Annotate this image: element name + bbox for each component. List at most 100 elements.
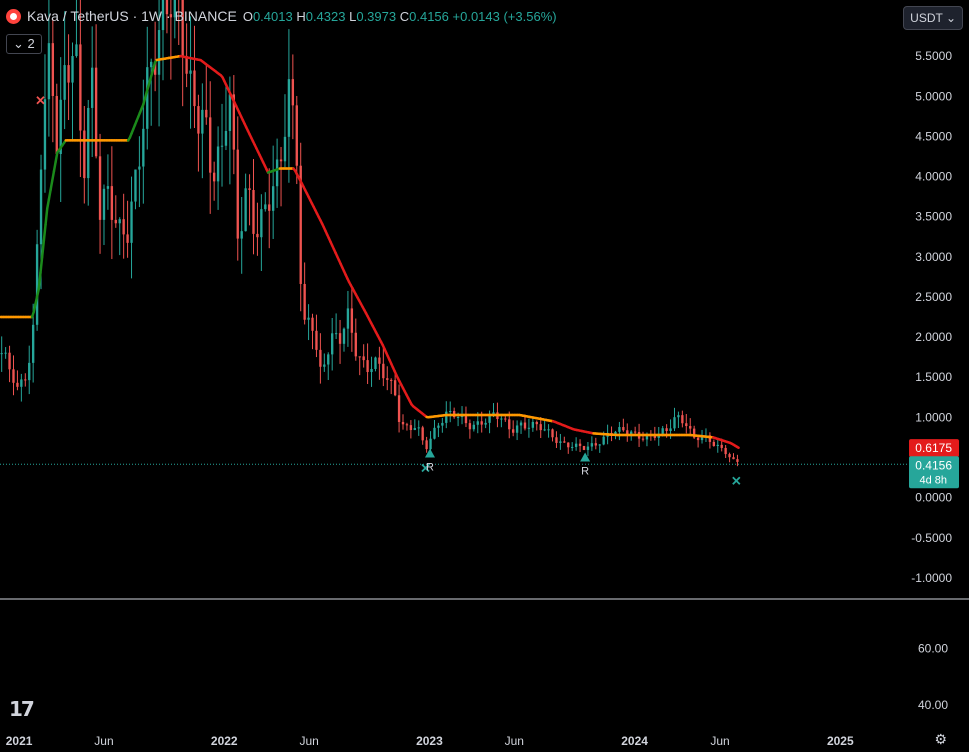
ma-segment	[37, 271, 42, 291]
candle-body	[378, 357, 381, 364]
y-tick-label: 2.0000	[915, 330, 952, 344]
candle-body	[252, 189, 255, 234]
y-tick-label: 4.5000	[915, 129, 952, 143]
ma-segment	[47, 188, 52, 201]
ma-segment	[49, 179, 54, 192]
ma-segment	[735, 445, 740, 449]
candle-body	[311, 317, 314, 331]
time-axis[interactable]: 2021 Jun 2022 Jun 2023 Jun 2024 Jun 2025	[6, 734, 854, 748]
candle-body	[236, 149, 239, 239]
candle-body	[260, 209, 263, 238]
x-tick-label: 2022	[211, 734, 238, 748]
candle-body	[622, 427, 625, 431]
candle-body	[559, 441, 562, 443]
candle-body	[728, 454, 731, 458]
candle-body	[626, 430, 629, 435]
candle-body	[551, 429, 554, 438]
candle-body	[527, 427, 531, 429]
candle-body	[441, 422, 444, 426]
candle-bodies	[0, 0, 739, 462]
candle-body	[641, 438, 645, 440]
candle-body	[205, 109, 208, 118]
x-tick-label: 2023	[416, 734, 443, 748]
candle-body	[244, 188, 247, 232]
ma-value-text: 0.6175	[915, 441, 952, 455]
candle-body	[531, 421, 535, 428]
candle-body	[201, 109, 204, 134]
candle-body	[94, 67, 98, 157]
y-tick-label: -1.0000	[911, 571, 952, 585]
y-tick-label: -0.5000	[911, 531, 952, 545]
candle-body	[256, 233, 259, 238]
candle-body	[16, 382, 19, 387]
candle-body	[71, 56, 74, 83]
candle-body	[736, 459, 739, 462]
countdown-text: 4d 8h	[919, 474, 947, 486]
ma-segment	[39, 255, 44, 275]
candle-body	[35, 244, 39, 325]
candle-body	[323, 364, 326, 367]
x-tick-label: Jun	[710, 734, 729, 748]
candle-body	[390, 379, 393, 381]
candle-body	[429, 438, 432, 450]
y-tick-label: 0.0000	[915, 491, 952, 505]
candle-body	[271, 186, 275, 211]
y-tick-label: 1.0000	[915, 410, 952, 424]
price-axis[interactable]: 5.5000 5.0000 4.5000 4.0000 3.5000 3.0000 2.50…	[911, 49, 952, 585]
axis-badges: 0.6175 0.4156 4d 8h	[909, 439, 959, 489]
candle-body	[91, 67, 94, 108]
y-tick-label: 3.0000	[915, 250, 952, 264]
ma-segment	[45, 198, 51, 210]
ma-segment	[52, 160, 57, 173]
candle-body	[716, 444, 719, 446]
candle-body	[689, 426, 692, 429]
candle-body	[75, 44, 78, 57]
candle-body	[681, 415, 684, 424]
open-value: 0.4013	[252, 8, 293, 24]
price-value-text: 0.4156	[915, 458, 952, 472]
candle-body	[209, 117, 212, 173]
currency-select-button[interactable]: USDT ⌄	[903, 6, 963, 30]
x-tick-label: Jun	[299, 734, 318, 748]
candle-body	[602, 436, 605, 445]
tradingview-logo-icon[interactable]: 17	[9, 697, 35, 721]
candle-body	[20, 379, 23, 387]
candle-body	[43, 99, 47, 170]
candle-body	[193, 70, 196, 107]
ohlc-values: O0.4013 H0.4323 L0.3973 C0.4156 +0.0143 …	[243, 9, 557, 24]
triangle-signal-marker	[580, 452, 591, 462]
cross-signal-marker	[36, 96, 45, 105]
candle-body	[122, 219, 125, 235]
chart-canvas[interactable]: R R 5.5000 5.0000 4.5000 4.0000 3.5000 3.0000 2…	[0, 0, 969, 752]
candle-body	[248, 188, 251, 190]
signal-label: R	[426, 462, 434, 474]
symbol-title[interactable]: Kava / TetherUS · 1W · BINANCE	[27, 8, 237, 24]
candle-body	[720, 444, 723, 448]
gear-icon[interactable]: ⚙	[934, 731, 947, 748]
candle-body	[405, 424, 409, 426]
candle-body	[315, 330, 318, 350]
candle-body	[468, 423, 472, 430]
y-tick-label: 1.5000	[915, 370, 952, 384]
x-tick-label: 2024	[621, 734, 648, 748]
candle-body	[342, 328, 346, 344]
candle-body	[291, 79, 295, 106]
candle-body	[110, 186, 114, 220]
candle-body	[437, 425, 440, 428]
candle-body	[114, 219, 117, 224]
candle-body	[409, 425, 413, 431]
candle-body	[555, 437, 558, 443]
candle-body	[590, 443, 594, 447]
indicators-toggle-button[interactable]: ⌄ 2	[6, 34, 42, 54]
ma-segment	[40, 239, 46, 259]
candle-body	[264, 204, 267, 210]
candle-body	[445, 411, 448, 423]
candle-body	[287, 79, 291, 137]
candle-body	[31, 324, 35, 363]
close-key: C	[399, 8, 410, 24]
candle-body	[586, 446, 590, 450]
candle-body	[677, 415, 680, 418]
subpane-axis[interactable]: 60.00 40.00	[918, 641, 948, 712]
high-value: 0.4323	[305, 8, 346, 24]
subpane-tick-label: 60.00	[918, 641, 948, 655]
